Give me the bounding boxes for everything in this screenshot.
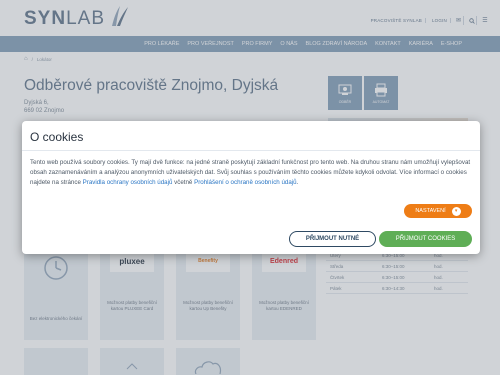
cookie-settings-button[interactable]: NASTAVENÍ ▾ — [404, 204, 472, 218]
cookie-text-part: . — [296, 179, 299, 186]
modal-divider — [22, 150, 480, 151]
chevron-down-icon: ▾ — [451, 206, 461, 216]
privacy-statement-link[interactable]: Prohlášení o ochraně osobních údajů — [194, 179, 297, 186]
cookie-modal-title: O cookies — [30, 130, 84, 144]
accept-necessary-button[interactable]: PŘIJMOUT NUTNÉ — [289, 231, 376, 247]
privacy-rules-link[interactable]: Pravidla ochrany osobních údajů — [83, 179, 173, 186]
cookie-consent-modal: O cookies Tento web používá soubory cook… — [22, 121, 480, 254]
cookie-settings-label: NASTAVENÍ — [415, 208, 446, 214]
cookie-modal-text: Tento web používá soubory cookies. Ty ma… — [30, 158, 474, 188]
cookie-text-part: včetně — [172, 179, 195, 186]
accept-cookies-button[interactable]: PŘIJMOUT COOKIES — [379, 231, 472, 247]
